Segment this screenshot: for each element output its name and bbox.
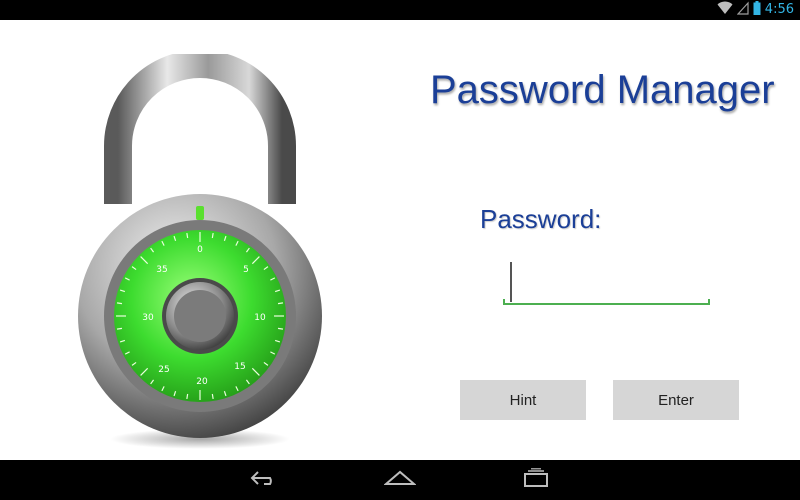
app-title: Password Manager	[430, 68, 775, 112]
nav-bar	[0, 460, 800, 500]
dial-tick	[277, 302, 284, 305]
status-time: 4:56	[764, 2, 794, 17]
dial-number: 15	[234, 362, 245, 372]
dial-number: 30	[142, 313, 154, 323]
password-underline-left-tick	[503, 299, 505, 305]
dial-number: 35	[156, 265, 167, 275]
dial-number: 25	[158, 365, 169, 375]
signal-icon	[736, 0, 749, 20]
main-content: 0 5 10 15 20 25 30 35 Password Manager P…	[0, 20, 800, 460]
dial-tick	[211, 232, 214, 239]
dial-tick	[116, 327, 123, 330]
password-underline	[503, 303, 710, 305]
password-input[interactable]	[503, 260, 710, 306]
text-cursor	[510, 262, 512, 302]
dial-tick	[116, 302, 123, 305]
back-button[interactable]	[235, 460, 295, 500]
enter-button[interactable]: Enter	[613, 380, 739, 420]
wifi-icon	[717, 1, 733, 20]
recent-apps-icon	[521, 467, 551, 493]
status-icons: 4:56	[717, 0, 794, 20]
hint-button[interactable]: Hint	[460, 380, 586, 420]
battery-icon	[753, 0, 761, 20]
recent-apps-button[interactable]	[506, 460, 566, 500]
dial-number: 10	[254, 313, 266, 323]
dial-tick	[211, 393, 214, 400]
dial-tick	[277, 327, 284, 330]
dial-tick	[186, 393, 189, 400]
password-underline-right-tick	[708, 299, 710, 305]
dial-number: 5	[243, 265, 249, 275]
home-icon	[383, 469, 417, 492]
home-button[interactable]	[370, 460, 430, 500]
status-bar: 4:56	[0, 0, 800, 20]
back-icon	[250, 469, 280, 492]
password-label: Password:	[480, 204, 602, 234]
dial-number: 0	[197, 245, 203, 255]
dial-tick	[186, 232, 189, 239]
dial-number: 20	[196, 377, 208, 387]
padlock-combination-icon: 0 5 10 15 20 25 30 35	[70, 50, 330, 454]
